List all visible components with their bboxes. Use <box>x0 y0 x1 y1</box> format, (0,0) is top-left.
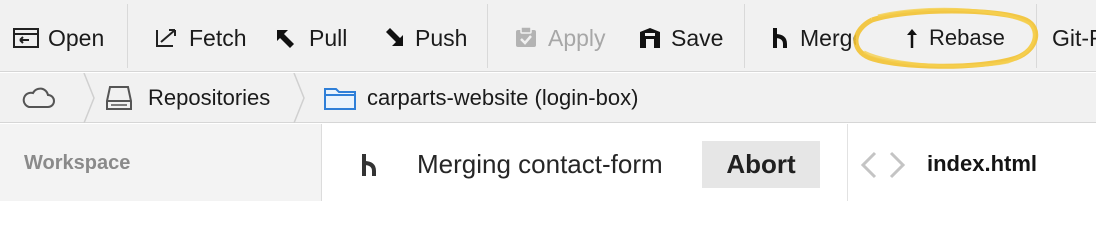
merge-label: Merge <box>800 24 856 51</box>
open-icon <box>13 28 39 48</box>
open-label: Open <box>48 24 105 51</box>
chevron-right-icon <box>83 73 95 123</box>
merge-status-pane: Merging contact-form Abort <box>323 124 848 201</box>
toolbar-divider <box>487 4 488 68</box>
rebase-button[interactable]: Rebase <box>903 22 1005 54</box>
repositories-crumb[interactable]: Repositories <box>104 73 270 123</box>
file-view-pane: index.html <box>849 124 1096 201</box>
merge-icon <box>773 28 787 48</box>
open-button[interactable]: Open <box>12 22 104 54</box>
save-label: Save <box>671 24 724 51</box>
sidebar-section-title: Workspace <box>24 152 131 174</box>
folder-icon <box>324 88 356 110</box>
repo-label: carparts-website (login-box) <box>367 85 639 110</box>
push-label: Push <box>415 24 468 51</box>
repositories-label: Repositories <box>148 85 271 110</box>
gitflow-label: Git-Flow <box>1052 24 1096 51</box>
fetch-label: Fetch <box>189 24 247 51</box>
save-button[interactable]: Save <box>637 22 723 54</box>
fetch-button[interactable]: Fetch <box>153 22 247 54</box>
push-button[interactable]: Push <box>379 22 467 54</box>
pull-button[interactable]: Pull <box>273 22 347 54</box>
apply-label: Apply <box>548 24 606 51</box>
cloud-crumb[interactable] <box>20 73 56 123</box>
main-toolbar: Open Fetch Pull Push Apply Save Merg Reb… <box>0 0 1096 72</box>
merge-icon <box>362 154 376 176</box>
merge-status-text: Merging contact-form <box>417 149 663 179</box>
gitflow-button[interactable]: Git-Flow <box>1052 22 1096 54</box>
fetch-icon <box>156 29 176 47</box>
push-icon <box>386 28 403 46</box>
pull-label: Pull <box>309 24 348 51</box>
toolbar-divider <box>127 4 128 68</box>
drive-icon <box>106 86 132 110</box>
rebase-label: Rebase <box>929 25 1005 50</box>
cloud-icon <box>22 87 55 108</box>
save-icon <box>640 28 660 48</box>
toolbar-divider <box>1036 4 1037 68</box>
chevron-right-icon <box>293 73 305 123</box>
toolbar-divider <box>744 4 745 68</box>
pull-icon <box>277 30 294 48</box>
code-icon <box>860 151 906 179</box>
rebase-icon <box>907 29 917 48</box>
repo-crumb[interactable]: carparts-website (login-box) <box>323 73 638 123</box>
abort-button[interactable]: Abort <box>702 141 820 188</box>
apply-button[interactable]: Apply <box>512 22 606 54</box>
apply-icon <box>516 26 536 47</box>
file-name: index.html <box>927 151 1038 176</box>
merge-button[interactable]: Merge <box>770 22 856 54</box>
breadcrumb: Repositories carparts-website (login-box… <box>0 73 1096 123</box>
sidebar: Workspace <box>0 124 322 201</box>
